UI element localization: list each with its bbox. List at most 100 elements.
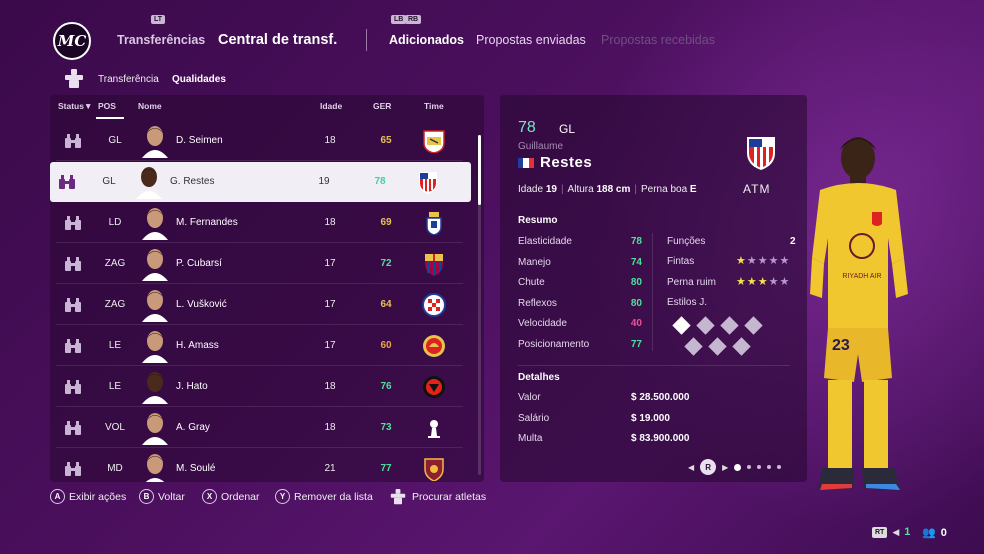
- scouting-binoculars-icon: [65, 339, 81, 353]
- r-stick-button[interactable]: R: [700, 459, 717, 475]
- row-age: 17: [324, 340, 336, 351]
- stat-value: 40: [630, 318, 642, 329]
- row-position: LD: [108, 217, 122, 228]
- tab-central-de-transf[interactable]: Central de transf.: [218, 32, 337, 48]
- remover-label: Remover da lista: [294, 490, 373, 503]
- player-avatar: [142, 247, 168, 281]
- row-overall: 69: [380, 217, 392, 228]
- procurar-atletas-button[interactable]: Procurar atletas: [388, 489, 486, 505]
- column-nome[interactable]: Nome: [138, 101, 162, 111]
- playstyle-slot-icon[interactable]: [732, 337, 751, 356]
- resumo-heading: Resumo: [518, 215, 558, 226]
- row-position: VOL: [104, 422, 125, 433]
- row-position: LE: [108, 381, 122, 392]
- player-avatar: [142, 452, 168, 482]
- stats-divider: [652, 233, 653, 351]
- row-overall: 65: [380, 135, 392, 146]
- subtab-qualidades[interactable]: Qualidades: [172, 74, 226, 85]
- pager-dot[interactable]: [777, 465, 782, 469]
- stat-label: Chute: [518, 277, 545, 288]
- multa-value: $ 83.900.000: [631, 433, 690, 444]
- table-row[interactable]: MD M. Soulé 21 77: [56, 449, 463, 482]
- player-list-panel: Status▼ POS Nome Idade GER Time GL D. Sei…: [50, 95, 484, 482]
- rt-counter[interactable]: RT ◀ 1: [872, 526, 910, 538]
- ordenar-button[interactable]: X Ordenar: [202, 489, 260, 504]
- exibir-acoes-label: Exibir ações: [69, 490, 127, 503]
- row-position: ZAG: [104, 258, 126, 269]
- table-row[interactable]: ZAG L. Vušković 17 64: [56, 285, 463, 325]
- row-overall: 78: [374, 176, 386, 187]
- stat-label: Velocidade: [518, 318, 567, 329]
- pager-dot[interactable]: [767, 465, 772, 469]
- tab-propostas-enviadas[interactable]: Propostas enviadas: [476, 33, 586, 47]
- column-status[interactable]: Status▼: [58, 101, 92, 111]
- subtab-transferencia[interactable]: Transferência: [98, 74, 159, 85]
- list-scrollbar[interactable]: [478, 135, 481, 475]
- playstyle-slot-icon[interactable]: [744, 316, 763, 335]
- detail-pager[interactable]: ◀ R ▶: [688, 459, 782, 475]
- pager-dot[interactable]: [734, 463, 742, 471]
- rb-button-hint: RB: [405, 15, 422, 24]
- filter-toggle-icon[interactable]: [63, 69, 85, 89]
- table-row[interactable]: LE J. Hato 18 76: [56, 367, 463, 407]
- manutd-crest-icon: [423, 335, 445, 357]
- valor-value: $ 28.500.000: [631, 392, 690, 403]
- row-player-name: M. Fernandes: [176, 217, 238, 228]
- tab-transferencias[interactable]: Transferências: [117, 33, 205, 47]
- tab-adicionados[interactable]: Adicionados: [389, 33, 464, 47]
- row-player-name: P. Cubarsí: [176, 258, 222, 269]
- row-player-name: L. Vušković: [176, 299, 227, 310]
- row-age: 17: [324, 258, 336, 269]
- laspalmas-crest-icon: [426, 212, 442, 235]
- counter-2: 0: [940, 526, 947, 539]
- column-ger[interactable]: GER: [373, 101, 391, 111]
- table-row[interactable]: ZAG P. Cubarsí 17 72: [56, 244, 463, 284]
- barcelona-crest-icon: [425, 254, 443, 276]
- atletico-crest-icon: [747, 137, 775, 170]
- exibir-acoes-button[interactable]: A Exibir ações: [50, 489, 126, 504]
- scouting-binoculars-icon: [59, 175, 75, 189]
- column-idade[interactable]: Idade: [320, 101, 342, 111]
- voltar-button[interactable]: B Voltar: [139, 489, 185, 504]
- table-row[interactable]: LE H. Amass 17 60: [56, 326, 463, 366]
- fintas-stars: ★★★★★: [736, 254, 790, 267]
- pager-dot[interactable]: [747, 465, 752, 469]
- salario-value: $ 19.000: [631, 413, 670, 424]
- playstyle-slot-icon[interactable]: [684, 337, 703, 356]
- row-player-name: G. Restes: [170, 176, 215, 187]
- scroll-thumb[interactable]: [478, 135, 481, 205]
- playstyle-slot-icon[interactable]: [708, 337, 727, 356]
- column-time[interactable]: Time: [424, 101, 444, 111]
- column-pos[interactable]: POS: [98, 101, 116, 111]
- playstyle-icon[interactable]: [672, 316, 691, 335]
- perna-ruim-label: Perna ruim: [667, 277, 716, 288]
- stat-value: 78: [630, 236, 642, 247]
- table-row[interactable]: GL D. Seimen 18 65: [56, 121, 463, 161]
- hajduk-crest-icon: [422, 293, 446, 317]
- users-icon: 👥: [922, 527, 936, 539]
- playstyle-slot-icon[interactable]: [696, 316, 715, 335]
- leverkusen-crest-icon: [423, 376, 445, 398]
- detail-position: GL: [559, 122, 576, 136]
- kit-sponsor: RIYADH AIR: [842, 273, 881, 280]
- scouting-binoculars-icon: [65, 216, 81, 230]
- salario-label: Salário: [518, 413, 550, 424]
- fintas-label: Fintas: [667, 256, 695, 267]
- row-position: GL: [108, 135, 122, 146]
- pager-dot[interactable]: [757, 465, 762, 469]
- remover-da-lista-button[interactable]: Y Remover da lista: [275, 489, 373, 504]
- details-divider: [518, 365, 790, 366]
- stat-label: Manejo: [518, 256, 551, 268]
- stat-row: Posicionamento 77: [518, 339, 642, 350]
- table-row[interactable]: VOL A. Gray 18 73: [56, 408, 463, 448]
- row-position: GL: [102, 176, 116, 187]
- table-row[interactable]: LD M. Fernandes 18 69: [56, 203, 463, 243]
- player-detail-panel: 78 GL Guillaume Restes Idade 19 | Altura 1…: [500, 95, 807, 482]
- atletico-crest-icon: [419, 172, 437, 194]
- rt-button-icon: RT: [872, 526, 888, 538]
- row-overall: 73: [380, 422, 392, 433]
- scouting-binoculars-icon: [65, 421, 81, 435]
- playstyle-slot-icon[interactable]: [720, 316, 739, 335]
- table-row[interactable]: GL G. Restes 19 78: [50, 162, 471, 202]
- stat-value: 74: [630, 256, 642, 268]
